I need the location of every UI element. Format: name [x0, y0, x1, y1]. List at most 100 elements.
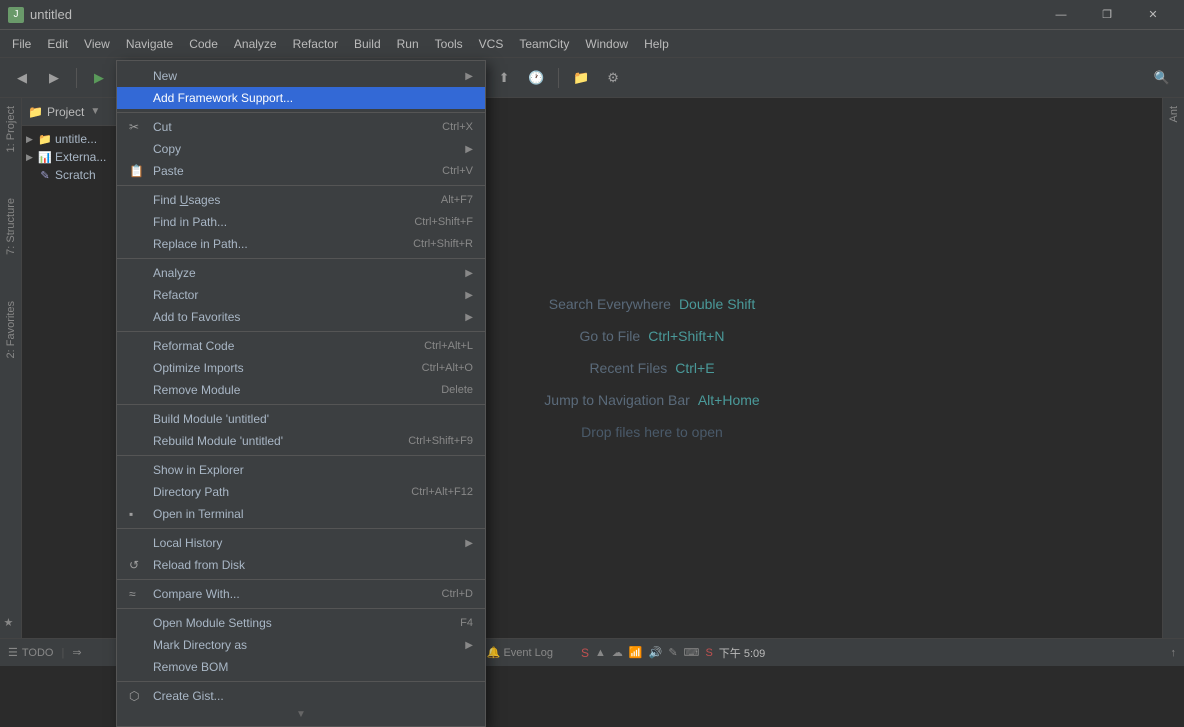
ctx-optimize[interactable]: Optimize Imports Ctrl+Alt+O — [117, 357, 485, 379]
main-area: 1: Project 7: Structure 2: Favorites ★ 📁… — [0, 98, 1184, 638]
project-dropdown-arrow[interactable]: ▼ — [90, 106, 100, 117]
bottom-right-icons: S ▲ ☁ 📶 🔊 ✎ ⌨ S 下午 5:09 — [581, 645, 765, 661]
welcome-search-line: Search Everywhere Double Shift — [549, 296, 755, 312]
ctx-cut[interactable]: ✂ Cut Ctrl+X — [117, 116, 485, 138]
bottom-expand[interactable]: ↑ — [1170, 647, 1176, 659]
menu-help[interactable]: Help — [636, 33, 677, 55]
tab-structure[interactable]: 7: Structure — [2, 190, 20, 263]
ctx-module-settings[interactable]: Open Module Settings F4 — [117, 612, 485, 634]
ctx-sep-1 — [117, 112, 485, 113]
ctx-dir-path[interactable]: Directory Path Ctrl+Alt+F12 — [117, 481, 485, 503]
ctx-sep-5 — [117, 404, 485, 405]
ctx-find-usages[interactable]: Find Usages Alt+F7 — [117, 189, 485, 211]
menu-code[interactable]: Code — [181, 33, 226, 55]
ctx-reformat-shortcut: Ctrl+Alt+L — [424, 340, 473, 352]
close-button[interactable]: ✕ — [1130, 0, 1176, 30]
ctx-add-favorites-label: Add to Favorites — [153, 310, 459, 324]
menu-tools[interactable]: Tools — [427, 33, 471, 55]
minimize-button[interactable]: — — [1038, 0, 1084, 30]
ctx-add-framework[interactable]: Add Framework Support... — [117, 87, 485, 109]
ctx-analyze[interactable]: Analyze ▶ — [117, 262, 485, 284]
ctx-create-gist[interactable]: ⬡ Create Gist... — [117, 685, 485, 707]
ctx-add-favorites[interactable]: Add to Favorites ▶ — [117, 306, 485, 328]
drop-hint-text: Drop files here to open — [581, 424, 723, 440]
ctx-reformat[interactable]: Reformat Code Ctrl+Alt+L — [117, 335, 485, 357]
menu-refactor[interactable]: Refactor — [285, 33, 346, 55]
ctx-find-in-path-label: Find in Path... — [153, 215, 394, 229]
ctx-open-terminal[interactable]: ▪ Open in Terminal — [117, 503, 485, 525]
ctx-reload[interactable]: ↺ Reload from Disk — [117, 554, 485, 576]
tab-ant[interactable]: Ant — [1165, 98, 1183, 131]
menu-build[interactable]: Build — [346, 33, 389, 55]
ctx-new[interactable]: New ▶ — [117, 65, 485, 87]
ctx-show-explorer[interactable]: Show in Explorer — [117, 459, 485, 481]
ctx-replace-in-path[interactable]: Replace in Path... Ctrl+Shift+R — [117, 233, 485, 255]
ctx-remove-module[interactable]: Remove Module Delete — [117, 379, 485, 401]
search-everywhere-text: Search Everywhere — [549, 296, 671, 312]
ctx-compare-icon: ≈ — [129, 587, 147, 601]
ctx-rebuild-module-label: Rebuild Module 'untitled' — [153, 434, 388, 448]
menu-vcs[interactable]: VCS — [471, 33, 512, 55]
vcs-push-button[interactable]: ⬆ — [490, 64, 518, 92]
forward-button[interactable]: ▶ — [40, 64, 68, 92]
recent-files-key: Ctrl+E — [675, 360, 714, 376]
menu-run[interactable]: Run — [389, 33, 427, 55]
ctx-build-module-label: Build Module 'untitled' — [153, 412, 473, 426]
ctx-rebuild-module[interactable]: Rebuild Module 'untitled' Ctrl+Shift+F9 — [117, 430, 485, 452]
ctx-sep-8 — [117, 579, 485, 580]
ctx-paste[interactable]: 📋 Paste Ctrl+V — [117, 160, 485, 182]
left-collapse-icon[interactable]: ★ — [4, 616, 18, 630]
search-everywhere-button[interactable]: 🔍 — [1148, 64, 1176, 92]
tray-icon-5: 🔊 — [649, 646, 663, 659]
ctx-paste-shortcut: Ctrl+V — [442, 165, 473, 177]
todo-button[interactable]: ☰ TODO — [8, 646, 53, 659]
bottom-arrow: ⇒ — [72, 646, 81, 659]
ctx-copy[interactable]: Copy ▶ — [117, 138, 485, 160]
ctx-refactor[interactable]: Refactor ▶ — [117, 284, 485, 306]
ctx-new-arrow: ▶ — [465, 71, 473, 82]
ctx-copy-label: Copy — [153, 142, 459, 156]
search-everywhere-key: Double Shift — [679, 296, 755, 312]
ctx-mark-dir-arrow: ▶ — [465, 640, 473, 651]
app-icon: J — [8, 7, 24, 23]
menu-window[interactable]: Window — [577, 33, 636, 55]
maximize-button[interactable]: ❐ — [1084, 0, 1130, 30]
run-config-arrow[interactable]: ▶ — [85, 64, 113, 92]
ctx-compare[interactable]: ≈ Compare With... Ctrl+D — [117, 583, 485, 605]
ctx-create-gist-label: Create Gist... — [153, 689, 473, 703]
menu-view[interactable]: View — [76, 33, 118, 55]
project-title: Project — [47, 105, 84, 119]
menu-file[interactable]: File — [4, 33, 39, 55]
menu-teamcity[interactable]: TeamCity — [511, 33, 577, 55]
folder-icon-untitled: 📁 — [38, 132, 52, 146]
ctx-remove-bom-label: Remove BOM — [153, 660, 473, 674]
ctx-replace-in-path-shortcut: Ctrl+Shift+R — [413, 238, 473, 250]
back-button[interactable]: ◀ — [8, 64, 36, 92]
ctx-reformat-label: Reformat Code — [153, 339, 404, 353]
ctx-refactor-arrow: ▶ — [465, 290, 473, 301]
ctx-mark-dir[interactable]: Mark Directory as ▶ — [117, 634, 485, 656]
tray-icon-6: ✎ — [668, 646, 677, 659]
tree-label-external: Externa... — [55, 150, 106, 164]
ctx-add-framework-label: Add Framework Support... — [153, 91, 473, 105]
ctx-local-history[interactable]: Local History ▶ — [117, 532, 485, 554]
settings-button[interactable]: ⚙ — [599, 64, 627, 92]
vcs-history-button[interactable]: 🕐 — [522, 64, 550, 92]
menu-bar: File Edit View Navigate Code Analyze Ref… — [0, 30, 1184, 58]
menu-analyze[interactable]: Analyze — [226, 33, 285, 55]
menu-edit[interactable]: Edit — [39, 33, 76, 55]
ctx-module-settings-shortcut: F4 — [460, 617, 473, 629]
ctx-sep-2 — [117, 185, 485, 186]
menu-navigate[interactable]: Navigate — [118, 33, 181, 55]
event-log-button[interactable]: 🔔 Event Log — [487, 646, 553, 659]
ctx-cut-shortcut: Ctrl+X — [442, 121, 473, 133]
tab-favorites[interactable]: 2: Favorites — [2, 293, 20, 366]
ctx-remove-bom[interactable]: Remove BOM — [117, 656, 485, 678]
tab-project[interactable]: 1: Project — [2, 98, 20, 160]
project-structure-button[interactable]: 📁 — [567, 64, 595, 92]
ctx-find-in-path[interactable]: Find in Path... Ctrl+Shift+F — [117, 211, 485, 233]
go-to-file-text: Go to File — [580, 328, 641, 344]
ctx-open-terminal-label: Open in Terminal — [153, 507, 473, 521]
ctx-refactor-label: Refactor — [153, 288, 459, 302]
ctx-build-module[interactable]: Build Module 'untitled' — [117, 408, 485, 430]
